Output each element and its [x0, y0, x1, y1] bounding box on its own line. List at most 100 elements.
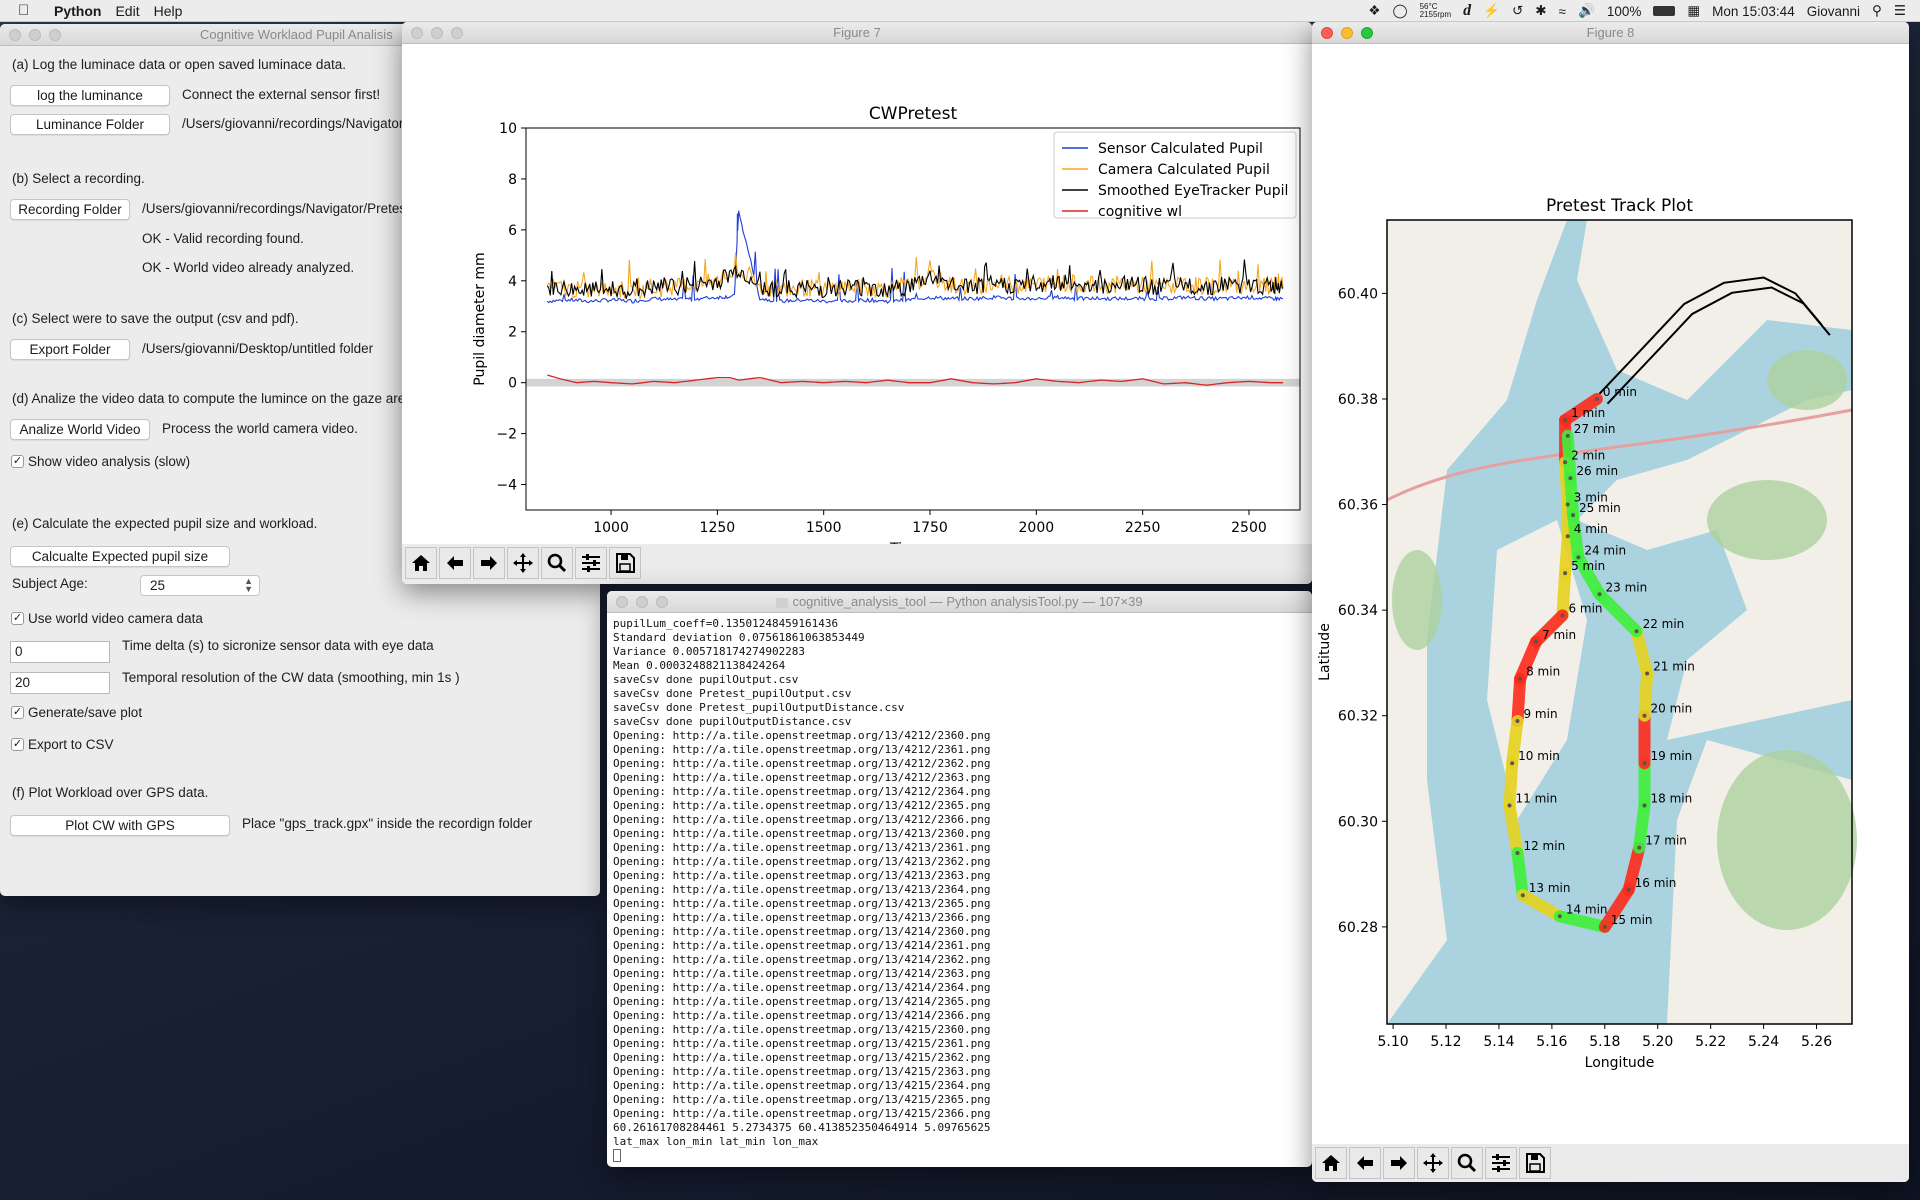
close-button[interactable] — [411, 27, 423, 39]
pan-button[interactable] — [1417, 1147, 1449, 1179]
configure-icon — [1492, 1154, 1510, 1172]
terminal-line: Opening: http://a.tile.openstreetmap.org… — [613, 743, 991, 756]
save-button[interactable] — [1519, 1147, 1551, 1179]
maximize-button[interactable] — [49, 29, 61, 41]
section-b-label: (b) Select a recording. — [12, 171, 145, 186]
volume-icon[interactable]: 🔊 — [1578, 3, 1595, 19]
configure-button[interactable] — [575, 547, 607, 579]
track-time-label: 27 min — [1574, 422, 1616, 436]
bluetooth-icon[interactable]: ✱ — [1535, 3, 1546, 19]
pan-icon — [1423, 1153, 1443, 1173]
y-tick-label: 6 — [508, 223, 517, 239]
show-video-checkbox[interactable]: ✓ — [11, 455, 24, 468]
maximize-button[interactable] — [1361, 27, 1373, 39]
x-tick-label: 5.10 — [1378, 1034, 1409, 1050]
y-tick-label: 60.32 — [1338, 709, 1378, 725]
x-tick-label: 1500 — [806, 520, 842, 536]
zoom-button[interactable] — [1451, 1147, 1483, 1179]
spotlight-icon[interactable]: ⚲ — [1872, 3, 1882, 19]
track-time-label: 15 min — [1611, 913, 1653, 927]
folder-icon — [776, 597, 789, 608]
figure7-titlebar[interactable]: Figure 7 — [402, 22, 1312, 44]
terminal-line: Opening: http://a.tile.openstreetmap.org… — [613, 925, 991, 938]
luminance-folder-button[interactable]: Luminance Folder — [10, 114, 170, 135]
dictionary-icon[interactable]: d — [1463, 2, 1471, 20]
minimize-button[interactable] — [1341, 27, 1353, 39]
user-name[interactable]: Giovanni — [1807, 4, 1860, 19]
notification-center-icon[interactable]: ☰ — [1894, 3, 1906, 19]
track-point — [1534, 639, 1539, 644]
time-delta-input[interactable]: 0 — [10, 641, 110, 663]
forward-button[interactable] — [473, 547, 505, 579]
export-csv-checkbox[interactable]: ✓ — [11, 738, 24, 751]
spin-arrows-icon[interactable]: ▲ ▼ — [244, 577, 253, 594]
analize-world-video-button[interactable]: Analize World Video — [10, 419, 150, 440]
zoom-button[interactable] — [541, 547, 573, 579]
track-point — [1507, 803, 1512, 808]
temporal-resolution-input[interactable]: 20 — [10, 672, 110, 694]
battery-icon[interactable] — [1653, 6, 1676, 16]
menu-edit[interactable]: Edit — [115, 3, 139, 19]
save-button[interactable] — [609, 547, 641, 579]
wifi-icon[interactable]: ≈ — [1559, 4, 1566, 19]
legend-entry: Camera Calculated Pupil — [1098, 162, 1270, 178]
terminal-output[interactable]: pupilLum_coeff=0.13501248459161436 Standa… — [613, 617, 1303, 1162]
time-machine-icon[interactable]: ↺ — [1512, 3, 1523, 19]
age-value: 25 — [150, 578, 166, 593]
section-c-label: (c) Select were to save the output (csv … — [12, 311, 299, 326]
y-tick-label: 10 — [499, 121, 517, 137]
apple-icon[interactable]:  — [18, 2, 38, 19]
minimize-button[interactable] — [29, 29, 41, 41]
export-path: /Users/giovanni/Desktop/untitled folder — [142, 341, 374, 356]
export-folder-button[interactable]: Export Folder — [10, 339, 130, 360]
chart-title: CWPretest — [869, 104, 958, 124]
configure-button[interactable] — [1485, 1147, 1517, 1179]
generate-plot-checkbox[interactable]: ✓ — [11, 706, 24, 719]
back-button[interactable] — [1349, 1147, 1381, 1179]
pan-icon — [513, 553, 533, 573]
workload-track-segment — [1556, 567, 1572, 622]
calendar-icon[interactable]: ▦ — [1687, 3, 1700, 19]
y-axis-label: Pupil diameter mm — [472, 252, 488, 385]
track-point — [1642, 803, 1647, 808]
track-point — [1637, 845, 1642, 850]
fan-icon[interactable]: ◯ — [1392, 3, 1407, 19]
maximize-button[interactable] — [451, 27, 463, 39]
minimize-button[interactable] — [636, 596, 648, 608]
close-button[interactable] — [616, 596, 628, 608]
recording-folder-button[interactable]: Recording Folder — [10, 199, 130, 220]
pan-button[interactable] — [507, 547, 539, 579]
temp-rpm-readout[interactable]: 56°C 2155rpm — [1420, 3, 1452, 19]
menu-python[interactable]: Python — [54, 3, 101, 19]
battery-percent[interactable]: 100% — [1607, 4, 1642, 19]
dropbox-icon[interactable]: ❖ — [1368, 3, 1380, 19]
home-button[interactable] — [405, 547, 437, 579]
terminal-cursor[interactable] — [613, 1149, 621, 1162]
forward-button[interactable] — [1383, 1147, 1415, 1179]
terminal-line: Opening: http://a.tile.openstreetmap.org… — [613, 813, 991, 826]
chart-title: Pretest Track Plot — [1546, 196, 1693, 216]
use-world-checkbox[interactable]: ✓ — [11, 612, 24, 625]
calculate-pupil-button[interactable]: Calcualte Expected pupil size — [10, 546, 230, 567]
x-tick-label: 5.12 — [1430, 1034, 1461, 1050]
minimize-button[interactable] — [431, 27, 443, 39]
terminal-titlebar[interactable]: cognitive_analysis_tool — Python analysi… — [607, 591, 1312, 613]
age-spinbox[interactable]: 25 ▲ ▼ — [140, 575, 260, 596]
home-button[interactable] — [1315, 1147, 1347, 1179]
track-time-label: 20 min — [1651, 702, 1693, 716]
close-button[interactable] — [1321, 27, 1333, 39]
workload-track-segment — [1511, 672, 1527, 727]
log-luminance-button[interactable]: log the luminance — [10, 85, 170, 106]
workload-track-segment — [1511, 846, 1529, 902]
track-point — [1626, 887, 1631, 892]
clock[interactable]: Mon 15:03:44 — [1712, 4, 1795, 19]
terminal-line: Opening: http://a.tile.openstreetmap.org… — [613, 771, 991, 784]
plot-cw-gps-button[interactable]: Plot CW with GPS — [10, 815, 230, 836]
figure8-titlebar[interactable]: Figure 8 — [1312, 22, 1909, 44]
track-point — [1568, 476, 1573, 481]
back-button[interactable] — [439, 547, 471, 579]
power-icon[interactable]: ⚡ — [1483, 3, 1500, 19]
close-button[interactable] — [9, 29, 21, 41]
menu-help[interactable]: Help — [154, 3, 183, 19]
maximize-button[interactable] — [656, 596, 668, 608]
